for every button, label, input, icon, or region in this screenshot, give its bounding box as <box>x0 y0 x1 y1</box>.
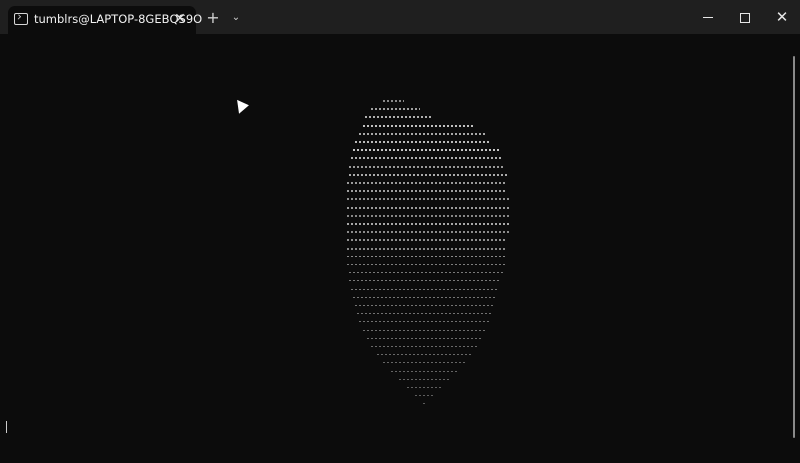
ascii-art-row <box>363 329 487 331</box>
tab-dropdown-button[interactable]: ⌄ <box>224 8 248 28</box>
ascii-art-row <box>347 239 507 242</box>
ascii-art-row <box>377 354 473 356</box>
ascii-art-row <box>349 272 503 274</box>
ascii-art-row <box>347 264 505 265</box>
text-cursor <box>6 421 7 433</box>
ascii-art-row <box>415 395 435 397</box>
ascii-art-row <box>371 346 479 347</box>
maximize-icon <box>740 12 750 23</box>
ascii-art-row <box>399 378 451 380</box>
tab-terminal[interactable]: tumblrs@LAPTOP-8GEBQS9O ✕ <box>8 6 202 34</box>
ascii-art-row <box>357 313 493 315</box>
ascii-art-row <box>347 247 507 250</box>
ascii-art-row <box>347 214 509 217</box>
ascii-art-row <box>349 280 501 282</box>
ascii-art-row <box>371 108 420 111</box>
ascii-art-row <box>391 370 459 372</box>
tab-close-button[interactable]: ✕ <box>173 10 187 28</box>
terminal-scrollbar[interactable] <box>793 56 795 438</box>
ascii-art-row <box>347 223 509 225</box>
ascii-art-row <box>363 124 475 127</box>
ascii-art-row <box>351 157 503 160</box>
new-tab-button[interactable]: + <box>201 8 225 28</box>
ascii-art-row <box>367 337 483 339</box>
ascii-art-row <box>347 206 509 209</box>
ascii-art-row <box>353 149 499 152</box>
ascii-art-row <box>383 100 404 102</box>
close-window-button[interactable]: ✕ <box>762 0 800 34</box>
ascii-art-row <box>407 387 443 388</box>
mouse-cursor-icon <box>237 98 250 114</box>
ascii-art-row <box>347 198 509 201</box>
ascii-art-row <box>349 173 507 176</box>
ascii-art-row <box>355 305 495 306</box>
minimize-icon <box>703 17 713 18</box>
ascii-art-row <box>365 116 431 119</box>
ascii-art-row <box>353 296 497 298</box>
ascii-art-row <box>359 132 485 135</box>
ascii-art-row <box>355 141 491 143</box>
ascii-art-row <box>347 231 509 234</box>
ascii-art-row <box>423 403 427 405</box>
title-bar: tumblrs@LAPTOP-8GEBQS9O ✕ + ⌄ ✕ <box>0 0 800 34</box>
ascii-art-row <box>347 255 505 257</box>
ascii-art-row <box>347 190 507 193</box>
maximize-button[interactable] <box>725 0 765 34</box>
ascii-art-row <box>383 362 467 364</box>
ascii-art-row <box>351 288 499 290</box>
ascii-art <box>345 65 515 405</box>
terminal-icon <box>14 13 28 25</box>
ascii-art-row <box>359 321 491 323</box>
ascii-art-row <box>347 182 507 184</box>
ascii-art-row <box>349 165 505 168</box>
minimize-button[interactable] <box>688 0 728 34</box>
